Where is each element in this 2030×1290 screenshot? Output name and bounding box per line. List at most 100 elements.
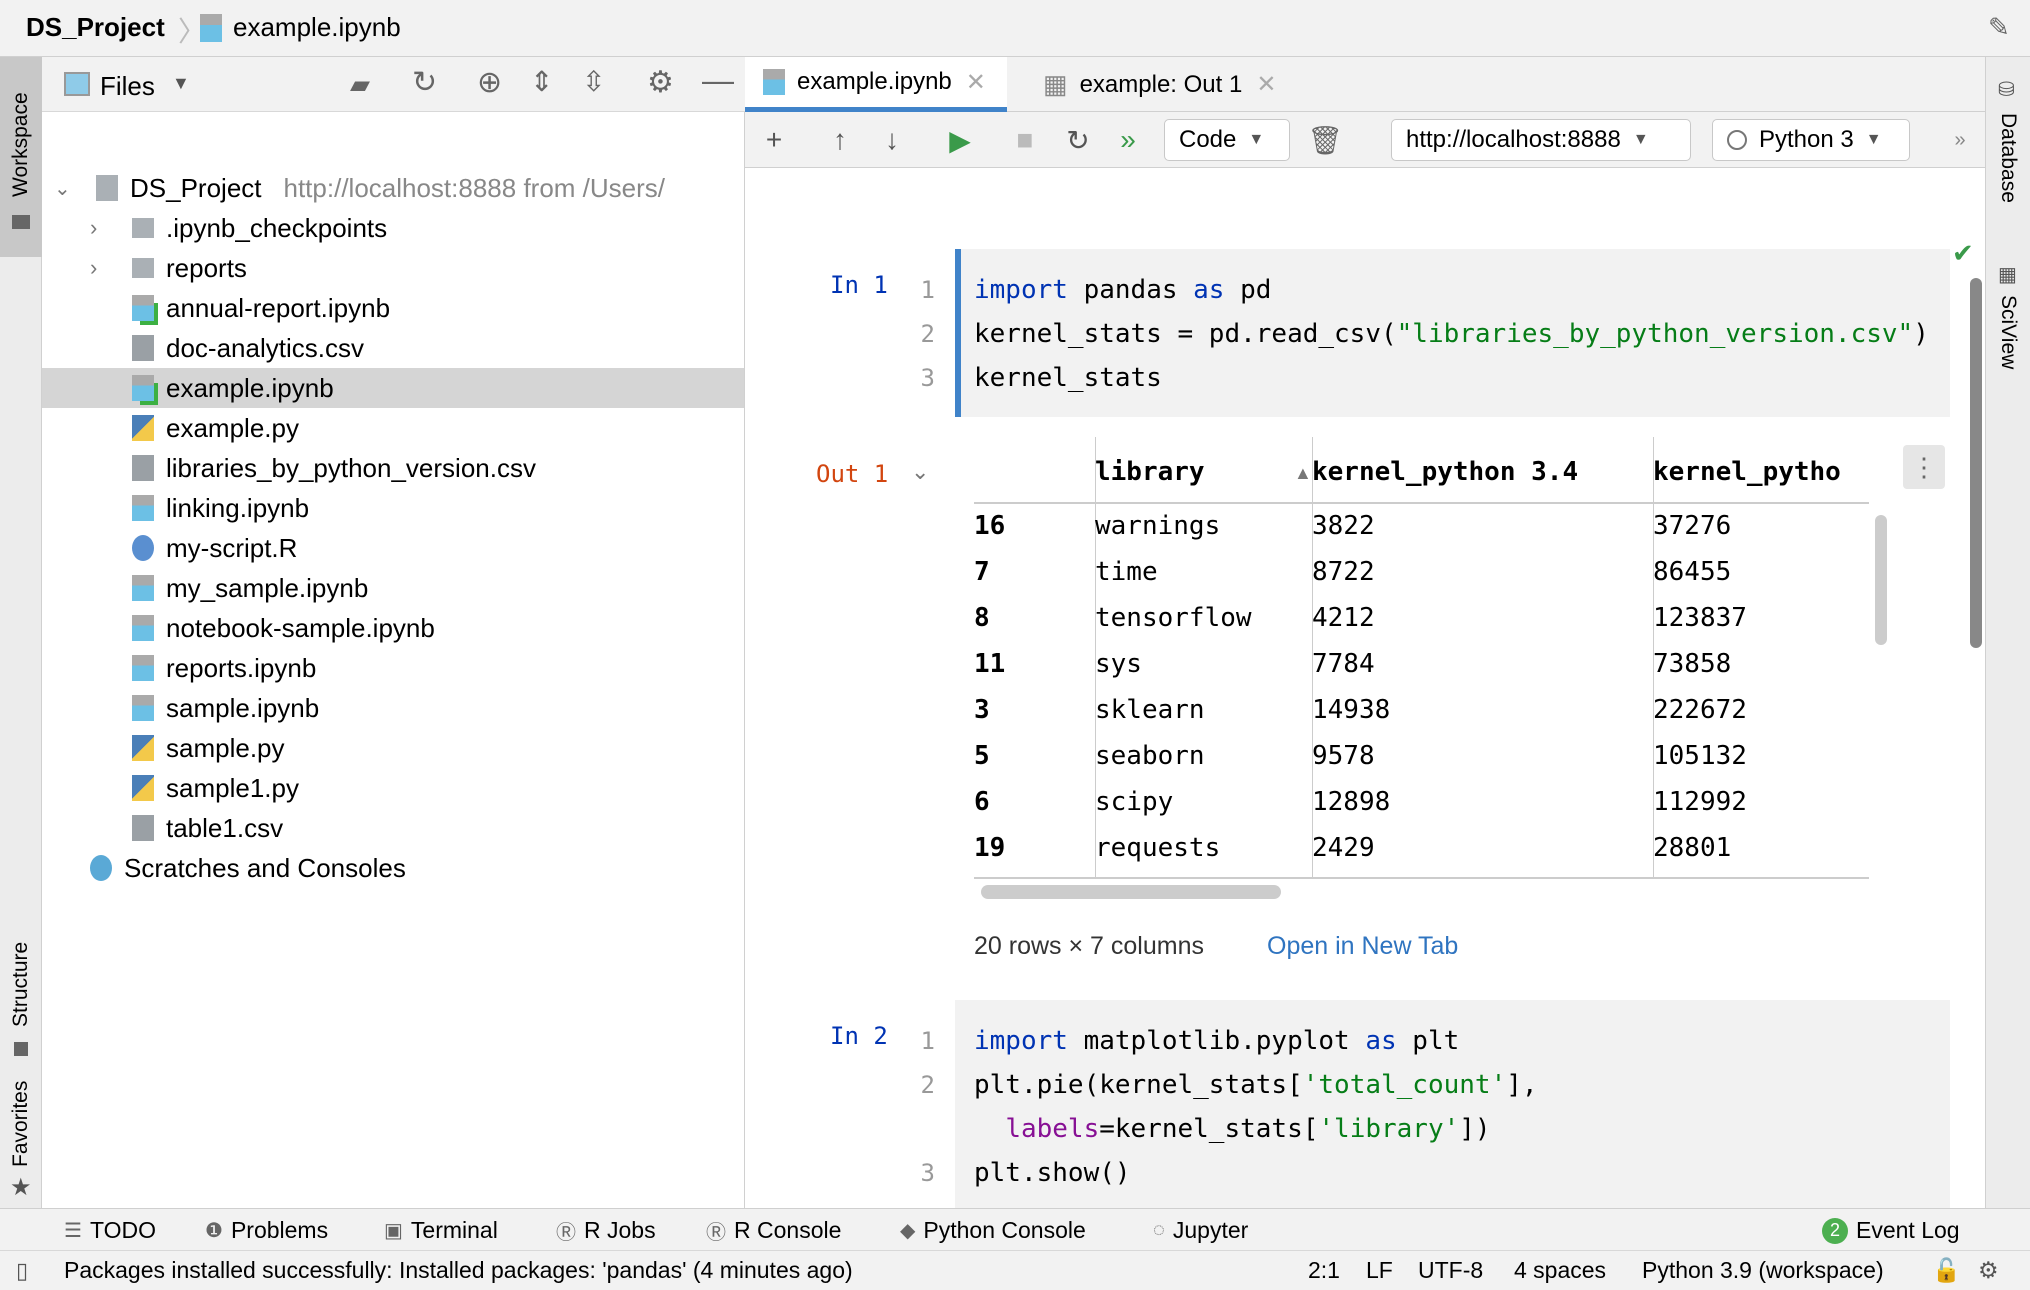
inspector-icon[interactable]: ⚙ (1978, 1251, 1999, 1290)
server-select[interactable]: http://localhost:8888 ▼ (1391, 119, 1691, 161)
editor-scrollbar[interactable] (1970, 278, 1982, 648)
lock-icon[interactable]: 🔓 (1932, 1251, 1961, 1290)
table-row[interactable]: 5 seaborn 9578 105132 (745, 737, 1865, 783)
tree-item[interactable]: example.py (42, 408, 744, 448)
collapse-output-icon[interactable]: ⌄ (911, 459, 929, 485)
tool-window-terminal[interactable]: ▣ Terminal (384, 1209, 498, 1252)
move-down-button[interactable]: ↓ (877, 120, 907, 160)
code-line[interactable]: labels=kernel_stats['library']) (974, 1107, 1490, 1151)
caret-position[interactable]: 2:1 (1308, 1251, 1340, 1290)
minimize-icon[interactable]: — (702, 62, 734, 99)
table-row[interactable]: 11 sys 7784 73858 (745, 645, 1865, 691)
tree-item[interactable]: my-script.R (42, 528, 744, 568)
table-horizontal-scrollbar[interactable] (981, 885, 1281, 899)
restart-kernel-button[interactable]: ↻ (1060, 120, 1096, 160)
tree-item[interactable]: example.ipynb (42, 368, 744, 408)
tab-example-ipynb[interactable]: example.ipynb ✕ (745, 57, 1007, 112)
tree-item[interactable]: › .ipynb_checkpoints (42, 208, 744, 248)
tool-window-r-jobs[interactable]: Ⓡ R Jobs (556, 1209, 656, 1252)
file-encoding[interactable]: UTF-8 (1418, 1251, 1483, 1290)
tree-item[interactable]: notebook-sample.ipynb (42, 608, 744, 648)
tree-item[interactable]: linking.ipynb (42, 488, 744, 528)
code-line[interactable]: kernel_stats = pd.read_csv("libraries_by… (974, 312, 1929, 356)
code-line[interactable]: plt.show() (974, 1151, 1131, 1195)
run-cell-button[interactable]: ▶ (940, 120, 980, 160)
code-token: import (974, 275, 1068, 305)
table-row[interactable]: 8 tensorflow 4212 123837 (745, 599, 1865, 645)
column-header[interactable]: kernel_python 3.4 (1312, 457, 1578, 487)
favorites-tab[interactable]: Favorites ★ (0, 1047, 42, 1207)
chevron-right-icon[interactable]: › (90, 215, 110, 241)
breadcrumb-project[interactable]: DS_Project (26, 12, 165, 43)
chevron-down-icon[interactable]: ⌄ (54, 176, 74, 201)
tool-window-r-console[interactable]: Ⓡ R Console (706, 1209, 841, 1252)
refresh-add-icon[interactable]: ↻ (412, 65, 437, 100)
tree-item[interactable]: sample.ipynb (42, 688, 744, 728)
chevron-right-icon[interactable]: › (90, 255, 110, 281)
close-icon[interactable]: ✕ (966, 68, 986, 97)
edit-icon[interactable]: ✎ (1988, 12, 2010, 43)
code-line[interactable]: import matplotlib.pyplot as plt (974, 1019, 1459, 1063)
tool-window-todo[interactable]: ☰ TODO (64, 1209, 156, 1252)
event-log-button[interactable]: 2 Event Log (1822, 1209, 1960, 1252)
indent-setting[interactable]: 4 spaces (1514, 1251, 1606, 1290)
cell-type-select[interactable]: Code ▼ (1164, 119, 1290, 161)
chevron-down-icon: ▼ (1248, 131, 1265, 148)
move-up-button[interactable]: ↑ (825, 120, 855, 160)
collapse-all-icon[interactable]: ⇳ (582, 65, 605, 98)
tree-item[interactable]: › reports (42, 248, 744, 288)
delete-cell-button[interactable]: 🗑 (1307, 120, 1343, 160)
sort-ascending-icon[interactable]: ▲ (1294, 463, 1312, 484)
run-all-button[interactable]: » (1110, 120, 1146, 160)
table-bottom-divider (974, 877, 1869, 879)
tree-item[interactable]: libraries_by_python_version.csv (42, 448, 744, 488)
expand-all-icon[interactable]: ⇕ (530, 65, 553, 98)
tree-root[interactable]: ⌄ DS_Project http://localhost:8888 from … (42, 168, 744, 208)
tree-item[interactable]: doc-analytics.csv (42, 328, 744, 368)
table-row[interactable]: 6 scipy 12898 112992 (745, 783, 1865, 829)
breadcrumb-file[interactable]: example.ipynb (233, 12, 401, 43)
table-row[interactable]: 19 requests 2429 28801 (745, 829, 1865, 875)
add-cell-button[interactable]: + (759, 120, 789, 160)
tree-item[interactable]: annual-report.ipynb (42, 288, 744, 328)
structure-tab[interactable]: Structure (0, 867, 42, 1067)
line-separator[interactable]: LF (1366, 1251, 1393, 1290)
tree-item[interactable]: sample1.py (42, 768, 744, 808)
table-menu-button[interactable]: ⋮ (1903, 445, 1945, 489)
toggle-panels-icon[interactable]: ▯ (16, 1251, 28, 1290)
tool-window-python-console[interactable]: ◆ Python Console (900, 1209, 1086, 1252)
database-tab[interactable]: Database (1996, 113, 2020, 203)
tree-item[interactable]: my_sample.ipynb (42, 568, 744, 608)
table-row[interactable]: 16 warnings 3822 37276 (745, 507, 1865, 553)
tree-item[interactable]: sample.py (42, 728, 744, 768)
view-selector[interactable]: Files (100, 71, 155, 102)
stop-button[interactable]: ■ (1010, 120, 1040, 160)
close-icon[interactable]: ✕ (1256, 70, 1276, 99)
gear-icon[interactable]: ⚙ (647, 65, 674, 100)
code-line[interactable]: kernel_stats (974, 356, 1162, 400)
tab-example-out1[interactable]: ▦ example: Out 1 ✕ (1025, 57, 1276, 112)
locate-icon[interactable]: ⊕ (477, 65, 502, 100)
table-row[interactable]: 7 time 8722 86455 (745, 553, 1865, 599)
status-message[interactable]: Packages installed successfully: Install… (64, 1251, 853, 1290)
table-vertical-scrollbar[interactable] (1875, 515, 1887, 645)
chevron-down-icon[interactable]: ▼ (172, 73, 190, 94)
kernel-select[interactable]: Python 3 ▼ (1712, 119, 1910, 161)
tree-item[interactable]: reports.ipynb (42, 648, 744, 688)
interpreter[interactable]: Python 3.9 (workspace) (1642, 1251, 1884, 1290)
tool-window-problems[interactable]: ❶ Problems (205, 1209, 328, 1252)
column-header[interactable]: library (1095, 457, 1205, 487)
workspace-tab[interactable]: Workspace (0, 57, 42, 257)
more-actions-icon[interactable]: » (1950, 120, 1970, 160)
tool-window-jupyter[interactable]: ◌ Jupyter (1153, 1209, 1248, 1252)
column-header[interactable]: kernel_pytho (1653, 457, 1841, 487)
table-row[interactable]: 3 sklearn 14938 222672 (745, 691, 1865, 737)
code-line[interactable]: import pandas as pd (974, 268, 1271, 312)
folder-icon (132, 218, 154, 238)
tree-item[interactable]: table1.csv (42, 808, 744, 848)
sciview-tab[interactable]: SciView (1996, 295, 2020, 369)
new-folder-icon[interactable]: ▰ (350, 69, 370, 100)
tree-item-scratches[interactable]: Scratches and Consoles (42, 848, 744, 888)
code-line[interactable]: plt.pie(kernel_stats['total_count'], (974, 1063, 1538, 1107)
open-in-new-tab-link[interactable]: Open in New Tab (1267, 932, 1458, 961)
